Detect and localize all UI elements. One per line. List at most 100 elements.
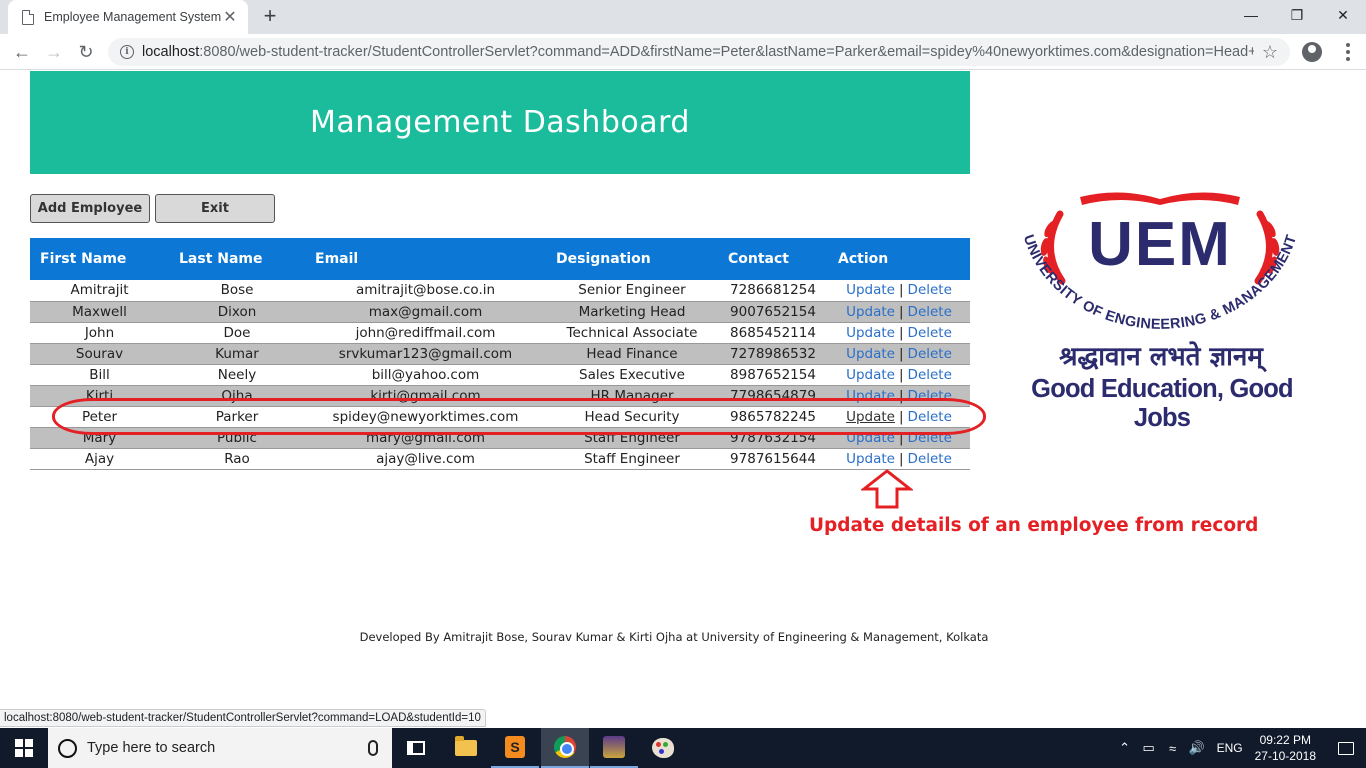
employee-table: First Name Last Name Email Designation C…	[30, 238, 970, 470]
delete-link[interactable]: Delete	[908, 409, 952, 425]
task-view-button[interactable]	[392, 728, 440, 768]
start-button[interactable]	[0, 728, 48, 768]
first-name-cell: Bill	[30, 364, 169, 386]
last-name-cell: Ojha	[169, 385, 305, 407]
first-name-cell: Peter	[30, 406, 169, 428]
update-link[interactable]: Update	[846, 409, 895, 425]
update-link[interactable]: Update	[846, 325, 895, 341]
email-cell: mary@gmail.com	[305, 427, 546, 449]
update-link[interactable]: Update	[846, 367, 895, 383]
delete-link[interactable]: Delete	[908, 367, 952, 383]
contact-cell: 7798654879	[718, 385, 828, 407]
cortana-icon	[58, 738, 77, 758]
action-cell: Update | Delete	[828, 364, 970, 386]
arrow-up-icon	[861, 469, 913, 509]
profile-icon[interactable]	[1302, 42, 1322, 62]
search-placeholder: Type here to search	[87, 740, 216, 756]
status-bar-url: localhost:8080/web-student-tracker/Stude…	[0, 709, 486, 727]
menu-icon[interactable]	[1338, 42, 1358, 62]
microphone-icon[interactable]	[368, 740, 378, 756]
exit-button[interactable]: Exit	[155, 194, 275, 223]
update-link[interactable]: Update	[846, 451, 895, 467]
first-name-cell: Ajay	[30, 448, 169, 470]
last-name-cell: Neely	[169, 364, 305, 386]
table-row: Amitrajit Bose amitrajit@bose.co.in Seni…	[30, 280, 970, 302]
first-name-cell: Amitrajit	[30, 280, 169, 302]
taskbar-search[interactable]: Type here to search	[48, 728, 392, 768]
column-header: Last Name	[169, 238, 305, 280]
delete-link[interactable]: Delete	[908, 325, 952, 341]
clock-date: 27-10-2018	[1254, 749, 1316, 763]
battery-icon[interactable]: ▭	[1137, 740, 1161, 756]
close-window-icon[interactable]: ✕	[1320, 0, 1366, 30]
email-cell: max@gmail.com	[305, 301, 546, 323]
minimize-icon[interactable]: —	[1228, 0, 1274, 30]
column-header: First Name	[30, 238, 169, 280]
address-bar[interactable]: i localhost:8080/web-student-tracker/Stu…	[108, 38, 1290, 66]
browser-tab[interactable]: Employee Management System ✕	[8, 0, 248, 34]
page-title: Management Dashboard	[310, 105, 690, 140]
tab-strip: Employee Management System ✕ + — ❐ ✕	[0, 0, 1366, 34]
column-header: Contact	[718, 238, 828, 280]
first-name-cell: Maxwell	[30, 301, 169, 323]
language-indicator[interactable]: ENG	[1217, 741, 1243, 755]
email-cell: kirti@gmail.com	[305, 385, 546, 407]
bookmark-star-icon[interactable]: ☆	[1262, 42, 1278, 63]
info-icon[interactable]: i	[120, 45, 134, 59]
delete-link[interactable]: Delete	[908, 346, 952, 362]
url-text: localhost:8080/web-student-tracker/Stude…	[142, 44, 1254, 60]
contact-cell: 9865782245	[718, 406, 828, 428]
system-tray: ⌃ ▭ ≈ 🔊 ENG 09:22 PM 27-10-2018	[1113, 728, 1366, 768]
action-cell: Update | Delete	[828, 322, 970, 344]
designation-cell: Head Security	[546, 406, 718, 428]
table-row-highlighted: Peter Parker spidey@newyorktimes.com Hea…	[30, 406, 970, 428]
logo-initials: UEM	[1088, 210, 1232, 279]
delete-link[interactable]: Delete	[908, 451, 952, 467]
back-arrow-icon[interactable]: ←	[10, 40, 34, 64]
contact-cell: 8685452114	[718, 322, 828, 344]
wifi-icon[interactable]: ≈	[1161, 741, 1185, 756]
update-link[interactable]: Update	[846, 346, 895, 362]
last-name-cell: Rao	[169, 448, 305, 470]
logo-motto: Good Education, Good Jobs	[1031, 375, 1293, 432]
reload-icon[interactable]: ↻	[74, 40, 98, 64]
action-center-button[interactable]	[1326, 728, 1366, 768]
page-content: Management Dashboard Add Employee Exit F…	[0, 71, 1366, 726]
app-button[interactable]	[590, 728, 638, 768]
sublime-text-button[interactable]: S	[491, 728, 539, 768]
volume-icon[interactable]: 🔊	[1185, 740, 1209, 756]
file-explorer-button[interactable]	[442, 728, 490, 768]
forward-arrow-icon[interactable]: →	[42, 40, 66, 64]
update-link[interactable]: Update	[846, 430, 895, 446]
header-banner: Management Dashboard	[30, 71, 970, 174]
email-cell: ajay@live.com	[305, 448, 546, 470]
chevron-up-icon[interactable]: ⌃	[1113, 740, 1137, 756]
table-row: Bill Neely bill@yahoo.com Sales Executiv…	[30, 364, 970, 386]
document-icon	[22, 9, 34, 25]
update-link[interactable]: Update	[846, 388, 895, 404]
delete-link[interactable]: Delete	[908, 388, 952, 404]
first-name-cell: Mary	[30, 427, 169, 449]
new-tab-button[interactable]: +	[258, 4, 282, 28]
delete-link[interactable]: Delete	[908, 282, 952, 298]
contact-cell: 7278986532	[718, 343, 828, 365]
chrome-button[interactable]	[541, 728, 589, 768]
notification-icon	[1338, 741, 1354, 755]
add-employee-button[interactable]: Add Employee	[30, 194, 150, 223]
delete-link[interactable]: Delete	[908, 304, 952, 320]
column-header: Action	[828, 238, 970, 280]
close-tab-icon[interactable]: ✕	[222, 7, 238, 27]
restore-icon[interactable]: ❐	[1274, 0, 1320, 30]
chrome-icon	[554, 736, 576, 758]
update-link[interactable]: Update	[846, 304, 895, 320]
designation-cell: HR Manager	[546, 385, 718, 407]
paint-button[interactable]	[639, 728, 687, 768]
column-header: Designation	[546, 238, 718, 280]
update-link[interactable]: Update	[846, 282, 895, 298]
action-cell: Update | Delete	[828, 301, 970, 323]
clock[interactable]: 09:22 PM 27-10-2018	[1255, 732, 1316, 764]
delete-link[interactable]: Delete	[908, 430, 952, 446]
task-view-icon	[407, 741, 425, 755]
contact-cell: 9007652154	[718, 301, 828, 323]
last-name-cell: Dixon	[169, 301, 305, 323]
